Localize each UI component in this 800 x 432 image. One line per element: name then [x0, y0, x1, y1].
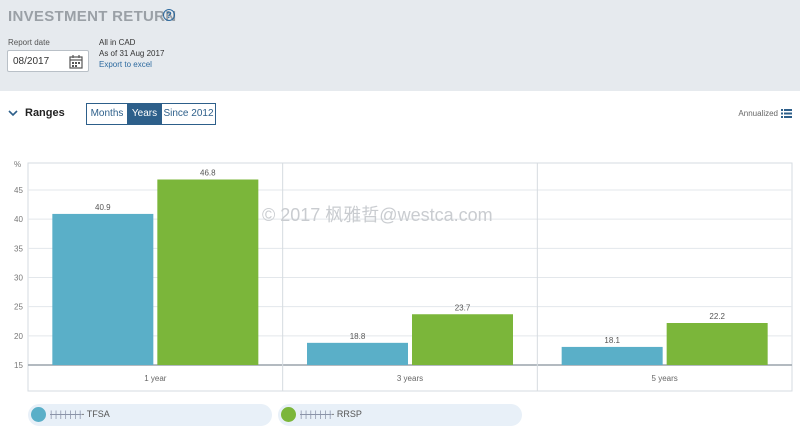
legend-item-tfsa[interactable]: | | | | | | |- TFSA [28, 404, 272, 426]
y-tick-label-40: 40 [14, 215, 23, 224]
y-tick-label-30: 30 [14, 274, 23, 283]
bar-tfsa-0 [52, 213, 154, 365]
page-title: INVESTMENT RETURN [8, 8, 177, 25]
list-view-icon[interactable] [781, 109, 792, 118]
bar-rrsp-1 [412, 314, 513, 365]
y-axis-unit-label: % [14, 160, 21, 169]
legend-dot-rrsp [281, 407, 296, 422]
x-category-label-1: 3 years [397, 374, 423, 383]
legend-label-tfsa: | | | | | | |- TFSA [50, 409, 110, 419]
legend-item-rrsp[interactable]: | | | | | | |- RRSP [278, 404, 522, 426]
bar-tfsa-1 [307, 342, 408, 365]
bar-rrsp-0 [157, 179, 259, 365]
bar-tfsa-2 [561, 346, 663, 365]
investment-return-chart: 15 20 25 30 35 40 45% 40.9 46.8 1 year 18.8 23.7 3 y… [14, 160, 793, 392]
report-date-value: 08/2017 [13, 56, 50, 67]
as-of-date: As of 31 Aug 2017 [99, 49, 165, 58]
data-label-tfsa-0: 40.9 [95, 203, 111, 212]
legend-dot-tfsa [31, 407, 46, 422]
currency-note: All in CAD [99, 38, 136, 47]
data-label-tfsa-2: 18.1 [604, 336, 620, 345]
bar-rrsp-2 [666, 323, 768, 365]
data-label-rrsp-1: 23.7 [455, 303, 471, 312]
report-date-label: Report date [8, 38, 50, 47]
data-label-rrsp-2: 22.2 [709, 312, 725, 321]
y-tick-label-15: 15 [14, 361, 23, 370]
watermark-text: © 2017 枫雅哲@westca.com [262, 205, 493, 225]
page-header: INVESTMENT RETURN ? Report date 08/2017 … [0, 0, 800, 91]
x-category-label-2: 5 years [652, 374, 678, 383]
range-tab-since-2012[interactable]: Since 2012 [161, 103, 216, 125]
range-tab-years[interactable]: Years [127, 103, 162, 125]
calendar-icon[interactable] [69, 54, 83, 69]
export-to-excel-link[interactable]: Export to excel [99, 60, 152, 69]
help-icon[interactable]: ? [163, 9, 175, 21]
y-tick-label-20: 20 [14, 332, 23, 341]
x-category-label-0: 1 year [144, 374, 167, 383]
data-label-rrsp-0: 46.8 [200, 169, 216, 178]
y-tick-label-25: 25 [14, 303, 23, 312]
ranges-label[interactable]: Ranges [25, 107, 65, 119]
report-date-input[interactable]: 08/2017 [7, 50, 89, 72]
chevron-down-icon[interactable] [8, 110, 18, 117]
range-tab-months[interactable]: Months [86, 103, 128, 125]
annualized-label: Annualized [738, 109, 778, 118]
data-label-tfsa-1: 18.8 [350, 332, 366, 341]
legend-label-rrsp: | | | | | | |- RRSP [300, 409, 362, 419]
y-tick-label-35: 35 [14, 244, 23, 253]
y-tick-label-45: 45 [14, 186, 23, 195]
